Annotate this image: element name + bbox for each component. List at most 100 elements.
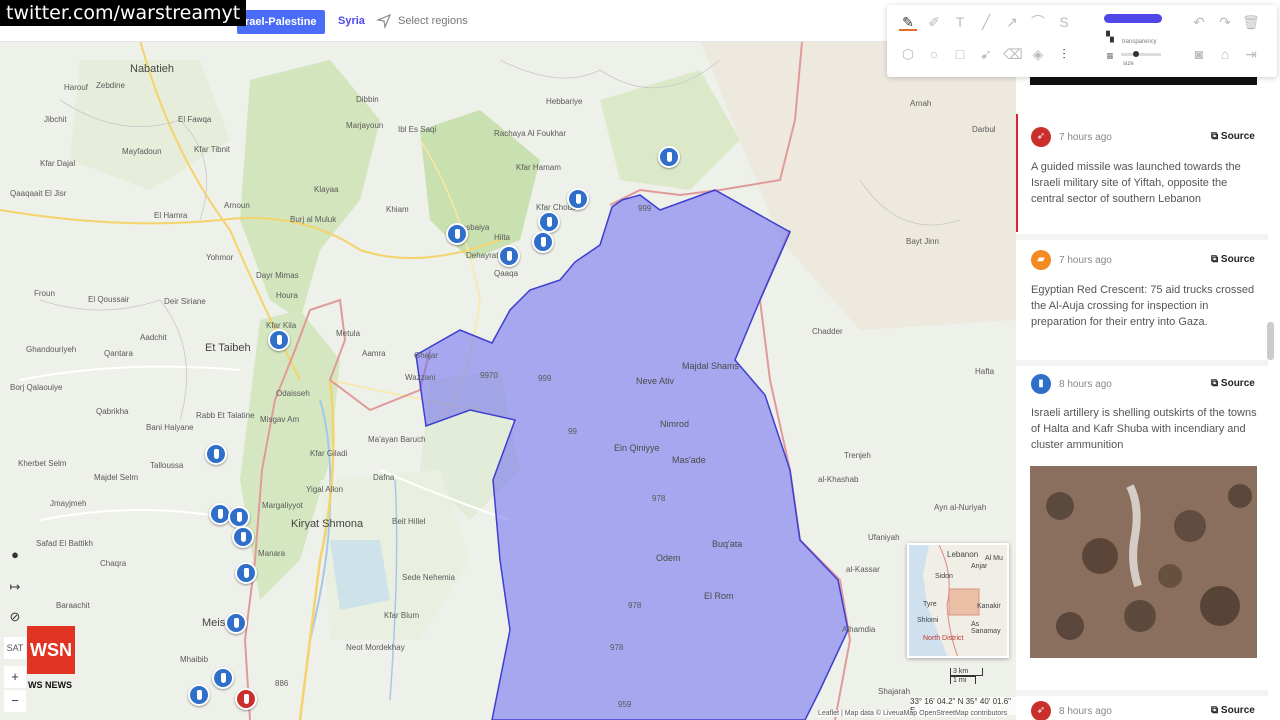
pencil-icon[interactable]: ✎ (899, 13, 917, 31)
camera-icon[interactable]: ◙ (1190, 45, 1208, 63)
source-label: Source (1220, 378, 1255, 389)
artillery-icon: ▮ (1031, 374, 1051, 394)
map-attribution[interactable]: Leaflet | Map data © LiveuaMap OpenStree… (818, 710, 1008, 717)
place-label: Klayaa (314, 185, 339, 194)
road-label: 978 (610, 643, 624, 652)
size-icon: ≡ (1106, 49, 1114, 63)
place-label: Neot Mordekhay (346, 643, 405, 652)
settings-sliders-icon[interactable]: ⫶ (1055, 45, 1073, 63)
zoom-in-button[interactable]: + (4, 666, 26, 688)
highlighter-icon[interactable]: ✐ (925, 13, 943, 31)
place-label: Kfar Dajal (40, 159, 76, 168)
redo-icon[interactable]: ↷ (1216, 13, 1234, 31)
bookmark-icon[interactable]: ⌂ (1216, 45, 1234, 63)
event-marker-artillery[interactable] (498, 245, 520, 269)
event-marker-artillery[interactable] (268, 329, 290, 353)
feed-entry[interactable]: ➶ 8 hours ago ⧉ Source (1016, 696, 1268, 720)
freehand-icon[interactable]: S (1055, 13, 1073, 31)
locate-button[interactable]: ● (4, 544, 26, 566)
fill-icon[interactable]: ◈ (1029, 45, 1047, 63)
source-link[interactable]: ⧉ Source (1211, 254, 1255, 265)
arrow-icon[interactable]: ↗ (1003, 13, 1021, 31)
place-label: Hilta (494, 233, 511, 242)
place-label: Wazzani (405, 373, 436, 382)
place-label: Qantara (104, 349, 133, 358)
place-label: Ufaniyah (868, 533, 900, 542)
event-marker-artillery[interactable] (225, 612, 247, 636)
place-label: Aamra (362, 349, 386, 358)
event-marker-artillery[interactable] (532, 231, 554, 255)
expand-icon[interactable]: ↦ (4, 576, 26, 598)
event-marker-artillery[interactable] (212, 667, 234, 691)
circle-icon[interactable]: ○ (925, 45, 943, 63)
minimap-label: Shlomi (917, 617, 939, 624)
eraser-icon[interactable]: ⌫ (1003, 45, 1023, 63)
polygon-icon[interactable]: ⬡ (899, 45, 917, 63)
color-picker[interactable] (1104, 14, 1162, 23)
place-label: Kfar Tibnit (194, 145, 231, 154)
map-canvas[interactable]: Nabatieh Harouf Zebdine Jibchit Mayfadou… (0, 0, 1016, 720)
place-label: Kfar Hamam (516, 163, 561, 172)
source-link[interactable]: ⧉ Source (1211, 705, 1255, 716)
place-label: Neve Ativ (636, 376, 675, 386)
feed-scrollbar[interactable] (1267, 322, 1274, 360)
place-label: Zebdine (96, 81, 125, 90)
place-label: Odem (656, 553, 681, 563)
rectangle-icon[interactable]: □ (951, 45, 969, 63)
place-label: Qabrikha (96, 407, 129, 416)
place-label: Deir Siriane (164, 297, 206, 306)
zoom-out-button[interactable]: − (4, 690, 26, 712)
place-label: Shajarah (878, 687, 911, 696)
tab-israel-palestine[interactable]: rael-Palestine (237, 10, 325, 34)
place-label: El Hamra (154, 211, 188, 220)
feed-entry[interactable]: ➶ 7 hours ago ⧉ Source A guided missile … (1016, 114, 1268, 232)
place-label: Bayt Jinn (906, 237, 939, 246)
place-label: Ibl Es Saqi (398, 125, 437, 134)
curve-icon[interactable]: ⌒ (1029, 13, 1047, 31)
place-label: Arnoun (224, 201, 250, 210)
place-label: Majdel Selm (94, 473, 139, 482)
road-label: 999 (538, 374, 552, 383)
place-label: Dehayrat (466, 251, 499, 260)
minimap[interactable]: Lebanon Sidon Tyre Shlomi North District… (907, 543, 1009, 658)
place-label: El Qoussair (88, 295, 130, 304)
entry-photo[interactable] (1030, 466, 1257, 658)
place-label: Hafta (975, 367, 995, 376)
hide-layer-icon[interactable]: ⊘ (4, 606, 26, 628)
news-feed: ➶ 7 hours ago ⧉ Source A guided missile … (1016, 0, 1280, 720)
event-marker-artillery[interactable] (188, 684, 210, 708)
road-label: 978 (652, 494, 666, 503)
feed-entry[interactable]: ▰ 7 hours ago ⧉ Source Egyptian Red Cres… (1016, 240, 1268, 358)
event-marker-artillery[interactable] (232, 526, 254, 550)
place-label: Ein Qiniyye (614, 443, 660, 453)
source-link[interactable]: ⧉ Source (1211, 378, 1255, 389)
satellite-toggle[interactable]: SAT (4, 637, 26, 659)
place-label: Ayn al-Nuriyah (934, 503, 987, 512)
place-label: Buq'ata (712, 539, 743, 549)
road-label: 886 (275, 679, 289, 688)
place-label: Arnah (910, 99, 932, 108)
event-marker-artillery[interactable] (205, 443, 227, 467)
place-label-kiryat-shmona: Kiryat Shmona (291, 518, 364, 530)
event-marker-artillery[interactable] (658, 146, 680, 170)
minimap-label: Tyre (923, 601, 937, 608)
minimap-label: Kanakir (977, 603, 1001, 610)
tab-syria[interactable]: Syria (338, 15, 365, 27)
event-marker-artillery[interactable] (446, 223, 468, 247)
text-icon[interactable]: T (951, 13, 969, 31)
road-label: 959 (618, 700, 632, 709)
event-marker-missile[interactable] (235, 688, 257, 712)
place-label: Kfar Giladi (310, 449, 348, 458)
select-icon[interactable]: ➹ (977, 45, 995, 63)
trash-icon[interactable]: 🗑 (1242, 13, 1260, 31)
event-marker-artillery[interactable] (567, 188, 589, 212)
source-link[interactable]: ⧉ Source (1211, 131, 1255, 142)
place-label: al-Kassar (846, 565, 880, 574)
event-marker-artillery[interactable] (235, 562, 257, 586)
select-regions-button[interactable]: Select regions (376, 13, 468, 29)
exit-icon[interactable]: ⇥ (1242, 45, 1260, 63)
undo-icon[interactable]: ↶ (1190, 13, 1208, 31)
map-scale: 3 km 1 mi (950, 668, 984, 684)
size-slider[interactable] (1121, 51, 1161, 57)
line-icon[interactable]: ╱ (977, 13, 995, 31)
